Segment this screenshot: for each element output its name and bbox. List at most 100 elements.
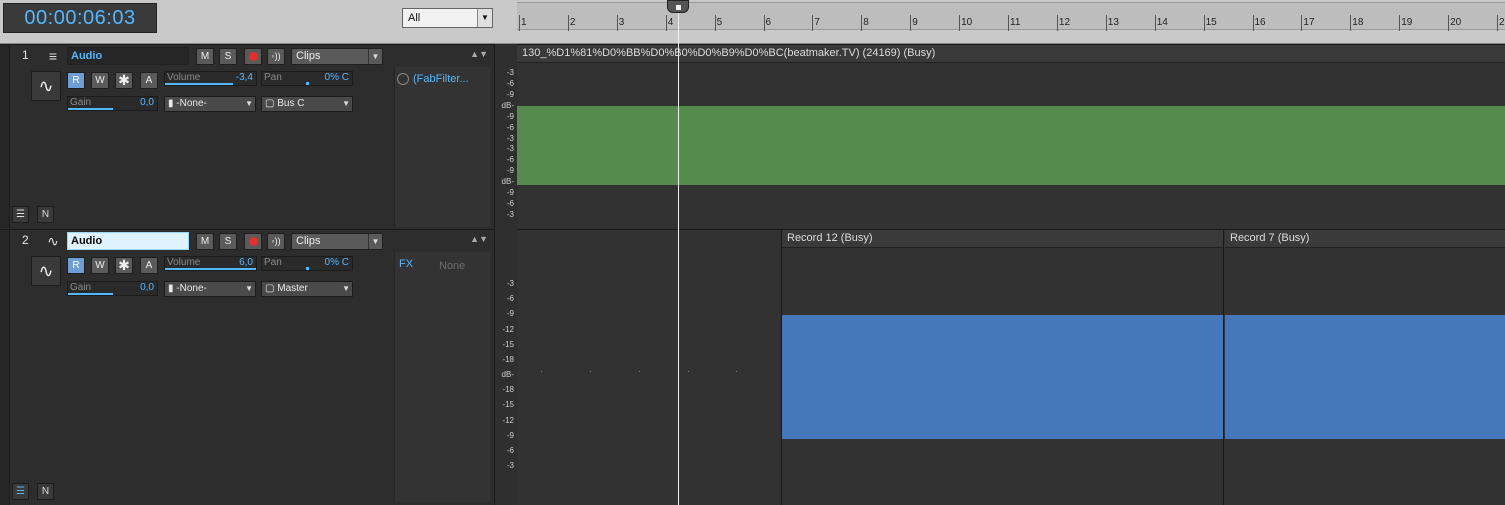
timeline-ruler[interactable]: 123456789101112131415161718192021 [517,0,1505,44]
freeze-icon[interactable]: ✱ [115,72,133,89]
gain-fill [68,293,113,295]
freeze-icon[interactable]: ✱ [115,257,133,274]
playhead-handle[interactable] [667,0,689,13]
fx-plugin-name: (FabFilter... [413,73,469,85]
clips-mode-value: Clips [296,50,321,62]
volume-slider[interactable]: Volume 6,0 [164,256,257,271]
scale-label: -6 [506,78,514,88]
chevron-down-icon: ▼ [245,99,253,108]
collapse-icon[interactable]: ▲▼ [470,234,488,244]
track-select-strip[interactable] [0,45,10,228]
volume-label: Volume [167,257,201,268]
archive-button[interactable]: A [140,72,158,89]
gain-value: 0,0 [140,282,154,293]
track-1-clip-lane[interactable]: 130_%D1%81%D0%BB%D0%B0%D0%B9%D0%BC(beatm… [517,44,1505,229]
pan-label: Pan [264,72,282,83]
scale-label: -3 [506,133,514,143]
pan-slider[interactable]: Pan 0% C [261,256,353,271]
clip-waveform-area [1225,315,1505,439]
playhead-line[interactable] [678,0,679,505]
gain-slider[interactable]: Gain 0,0 [67,96,158,111]
ruler-bar-number: 6 [765,17,772,28]
ruler-bar-number: 4 [667,17,674,28]
track-name-field[interactable]: Audio [67,47,189,65]
clip-waveform-area [782,315,1223,439]
scale-label: -9 [506,111,514,121]
pan-value: 0% C [324,257,349,268]
clip-waveform-area [517,106,1505,185]
fx-bin[interactable]: FX None [394,252,490,502]
ruler-strip[interactable]: 123456789101112131415161718192021 [517,2,1505,31]
fx-bin[interactable]: (FabFilter... [394,67,490,227]
scale-label: -6 [506,155,514,165]
solo-button[interactable]: S [219,233,237,250]
scale-label: -12 [502,415,514,425]
daw-window: 00:00:06:03 All ▼ 1 2 3 4 5 6 7 8 9 10 11 12 13 14 15 1… [0,0,1505,505]
mute-button[interactable]: M [196,233,214,250]
power-icon[interactable] [397,73,409,86]
clips-mode-select[interactable]: Clips ▼ [291,233,383,250]
time-display[interactable]: 00:00:06:03 [3,3,157,33]
clip-title: Record 12 (Busy) [782,230,1223,248]
automation-lane-icon[interactable]: N [37,483,54,500]
audio-clip[interactable]: Record 12 (Busy) [781,230,1224,505]
track-2-clip-lane[interactable]: · · · · · Record 12 (Busy) Record 7 (Bus… [517,229,1505,505]
read-automation-button[interactable]: R [67,72,85,89]
output-select[interactable]: ▢ Bus C ▼ [261,96,353,112]
record-arm-button[interactable] [244,48,262,65]
track-2-header: 2 ∿ Audio M S ◦)) Clips ▼ ▲▼ ∿ R W ✱ A V… [0,229,494,505]
read-automation-button[interactable]: R [67,257,85,274]
grid-dot: · [638,366,641,376]
input-select[interactable]: ▮ -None- ▼ [164,96,256,112]
grid-dot: · [687,366,690,376]
ruler-bar-number: 8 [863,17,869,28]
mute-button[interactable]: M [196,48,214,65]
waveform-small-icon[interactable]: ∿ [43,233,63,249]
clip-title: 130_%D1%81%D0%BB%D0%B0%D0%B9%D0%BC(beatm… [517,45,1505,63]
audio-clip[interactable]: 130_%D1%81%D0%BB%D0%B0%D0%B9%D0%BC(beatm… [517,45,1505,229]
audio-clip[interactable]: Record 7 (Busy) [1225,230,1505,505]
input-select[interactable]: ▮ -None- ▼ [164,281,256,297]
gain-slider[interactable]: Gain 0,0 [67,281,158,296]
track-filter-select[interactable]: All ▼ [402,8,493,28]
record-arm-button[interactable] [244,233,262,250]
clips-mode-select[interactable]: Clips ▼ [291,48,383,65]
track-view-icon[interactable]: ☰ [12,206,29,223]
ruler-bar-number: 13 [1107,17,1119,28]
volume-fill [165,83,234,85]
scale-label: -12 [502,324,514,334]
output-select[interactable]: ▢ Master ▼ [261,281,353,297]
scale-label: -9 [506,89,514,99]
track-select-strip[interactable] [0,230,10,505]
volume-value: 6,0 [239,257,253,268]
archive-button[interactable]: A [140,257,158,274]
scale-label: -18 [502,354,514,364]
write-automation-button[interactable]: W [91,72,109,89]
ruler-bar-number: 16 [1254,17,1266,28]
input-echo-button[interactable]: ◦)) [267,233,285,250]
pan-slider[interactable]: Pan 0% C [261,71,353,86]
ruler-bar-number: 21 [1499,17,1505,28]
ruler-bar-number: 5 [716,17,723,28]
output-icon: ▢ [265,98,278,109]
input-echo-button[interactable]: ◦)) [267,48,285,65]
chevron-down-icon: ▼ [342,284,350,293]
write-automation-button[interactable]: W [91,257,109,274]
scale-label: -3 [506,279,514,288]
solo-button[interactable]: S [219,48,237,65]
input-value: -None- [176,283,207,294]
ruler-bar-number: 11 [1010,17,1021,28]
volume-slider[interactable]: Volume -3,4 [164,71,257,86]
track-name-field[interactable]: Audio [67,232,189,250]
gain-label: Gain [70,282,92,293]
ruler-bar-number: 12 [1058,17,1071,28]
bus-icon[interactable]: ≡ [43,48,63,64]
ruler-bar-number: 20 [1450,17,1462,28]
chevron-down-icon: ▼ [368,234,382,249]
fx-plugin-item[interactable]: (FabFilter... [397,73,469,86]
collapse-icon[interactable]: ▲▼ [470,49,488,59]
chevron-down-icon: ▼ [477,9,492,27]
automation-lane-icon[interactable]: N [37,206,54,223]
track-view-icon[interactable]: ☰ [12,483,29,500]
clips-mode-value: Clips [296,235,321,247]
